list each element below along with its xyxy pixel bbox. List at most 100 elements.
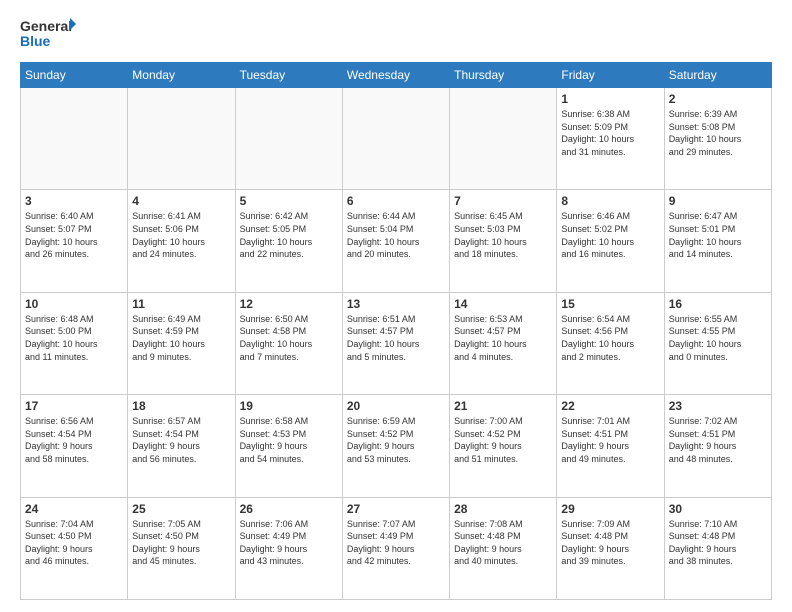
day-info: Sunrise: 6:51 AM Sunset: 4:57 PM Dayligh…: [347, 313, 445, 363]
day-number: 16: [669, 297, 767, 311]
calendar-cell: 12 Sunrise: 6:50 AM Sunset: 4:58 PM Dayli…: [235, 292, 342, 394]
calendar-cell: 10 Sunrise: 6:48 AM Sunset: 5:00 PM Dayli…: [21, 292, 128, 394]
weekday-label: Monday: [128, 63, 235, 88]
day-info: Sunrise: 7:10 AM Sunset: 4:48 PM Dayligh…: [669, 518, 767, 568]
day-number: 19: [240, 399, 338, 413]
day-info: Sunrise: 6:58 AM Sunset: 4:53 PM Dayligh…: [240, 415, 338, 465]
day-number: 8: [561, 194, 659, 208]
day-info: Sunrise: 6:38 AM Sunset: 5:09 PM Dayligh…: [561, 108, 659, 158]
calendar-cell: 29 Sunrise: 7:09 AM Sunset: 4:48 PM Dayli…: [557, 497, 664, 599]
calendar-week-row: 10 Sunrise: 6:48 AM Sunset: 5:00 PM Dayli…: [21, 292, 772, 394]
day-number: 23: [669, 399, 767, 413]
day-number: 29: [561, 502, 659, 516]
day-info: Sunrise: 6:46 AM Sunset: 5:02 PM Dayligh…: [561, 210, 659, 260]
calendar-cell: 13Sunrise: 6:51 AM Sunset: 4:57 PM Dayli…: [342, 292, 449, 394]
weekday-label: Wednesday: [342, 63, 449, 88]
day-info: Sunrise: 6:56 AM Sunset: 4:54 PM Dayligh…: [25, 415, 123, 465]
day-number: 4: [132, 194, 230, 208]
day-info: Sunrise: 6:41 AM Sunset: 5:06 PM Dayligh…: [132, 210, 230, 260]
calendar-cell: 8 Sunrise: 6:46 AM Sunset: 5:02 PM Daylig…: [557, 190, 664, 292]
day-number: 6: [347, 194, 445, 208]
day-info: Sunrise: 6:39 AM Sunset: 5:08 PM Dayligh…: [669, 108, 767, 158]
calendar-cell: 25 Sunrise: 7:05 AM Sunset: 4:50 PM Dayli…: [128, 497, 235, 599]
day-info: Sunrise: 6:48 AM Sunset: 5:00 PM Dayligh…: [25, 313, 123, 363]
calendar-cell: [21, 88, 128, 190]
day-number: 1: [561, 92, 659, 106]
day-info: Sunrise: 6:49 AM Sunset: 4:59 PM Dayligh…: [132, 313, 230, 363]
calendar-cell: 23 Sunrise: 7:02 AM Sunset: 4:51 PM Dayli…: [664, 395, 771, 497]
day-info: Sunrise: 6:42 AM Sunset: 5:05 PM Dayligh…: [240, 210, 338, 260]
day-number: 28: [454, 502, 552, 516]
calendar-cell: 9Sunrise: 6:47 AM Sunset: 5:01 PM Daylig…: [664, 190, 771, 292]
day-number: 20: [347, 399, 445, 413]
day-info: Sunrise: 6:54 AM Sunset: 4:56 PM Dayligh…: [561, 313, 659, 363]
calendar-cell: [342, 88, 449, 190]
day-number: 18: [132, 399, 230, 413]
day-info: Sunrise: 6:55 AM Sunset: 4:55 PM Dayligh…: [669, 313, 767, 363]
calendar-cell: 3 Sunrise: 6:40 AM Sunset: 5:07 PM Daylig…: [21, 190, 128, 292]
calendar-cell: 17 Sunrise: 6:56 AM Sunset: 4:54 PM Dayli…: [21, 395, 128, 497]
weekday-label: Saturday: [664, 63, 771, 88]
calendar-cell: 22Sunrise: 7:01 AM Sunset: 4:51 PM Dayli…: [557, 395, 664, 497]
calendar-week-row: 24Sunrise: 7:04 AM Sunset: 4:50 PM Dayli…: [21, 497, 772, 599]
day-number: 14: [454, 297, 552, 311]
calendar-cell: 4 Sunrise: 6:41 AM Sunset: 5:06 PM Daylig…: [128, 190, 235, 292]
day-info: Sunrise: 7:06 AM Sunset: 4:49 PM Dayligh…: [240, 518, 338, 568]
day-number: 9: [669, 194, 767, 208]
day-number: 22: [561, 399, 659, 413]
calendar-cell: 14Sunrise: 6:53 AM Sunset: 4:57 PM Dayli…: [450, 292, 557, 394]
calendar-cell: 24Sunrise: 7:04 AM Sunset: 4:50 PM Dayli…: [21, 497, 128, 599]
calendar-cell: 15 Sunrise: 6:54 AM Sunset: 4:56 PM Dayli…: [557, 292, 664, 394]
weekday-label: Sunday: [21, 63, 128, 88]
calendar-table: SundayMondayTuesdayWednesdayThursdayFrid…: [20, 62, 772, 600]
calendar-cell: 5Sunrise: 6:42 AM Sunset: 5:05 PM Daylig…: [235, 190, 342, 292]
logo-svg: General Blue: [20, 16, 76, 52]
day-info: Sunrise: 6:57 AM Sunset: 4:54 PM Dayligh…: [132, 415, 230, 465]
calendar-cell: 16 Sunrise: 6:55 AM Sunset: 4:55 PM Dayli…: [664, 292, 771, 394]
calendar-cell: 19 Sunrise: 6:58 AM Sunset: 4:53 PM Dayli…: [235, 395, 342, 497]
day-number: 2: [669, 92, 767, 106]
weekday-label: Thursday: [450, 63, 557, 88]
svg-text:General: General: [20, 18, 72, 34]
day-number: 27: [347, 502, 445, 516]
day-info: Sunrise: 7:05 AM Sunset: 4:50 PM Dayligh…: [132, 518, 230, 568]
svg-text:Blue: Blue: [20, 33, 51, 49]
day-info: Sunrise: 6:40 AM Sunset: 5:07 PM Dayligh…: [25, 210, 123, 260]
day-info: Sunrise: 6:44 AM Sunset: 5:04 PM Dayligh…: [347, 210, 445, 260]
day-info: Sunrise: 7:09 AM Sunset: 4:48 PM Dayligh…: [561, 518, 659, 568]
calendar-body: 1 Sunrise: 6:38 AM Sunset: 5:09 PM Daylig…: [21, 88, 772, 600]
day-number: 12: [240, 297, 338, 311]
calendar-cell: 2 Sunrise: 6:39 AM Sunset: 5:08 PM Daylig…: [664, 88, 771, 190]
calendar-cell: 6 Sunrise: 6:44 AM Sunset: 5:04 PM Daylig…: [342, 190, 449, 292]
calendar-cell: [235, 88, 342, 190]
calendar-cell: 28Sunrise: 7:08 AM Sunset: 4:48 PM Dayli…: [450, 497, 557, 599]
day-number: 21: [454, 399, 552, 413]
logo: General Blue: [20, 16, 76, 52]
day-number: 15: [561, 297, 659, 311]
day-info: Sunrise: 7:00 AM Sunset: 4:52 PM Dayligh…: [454, 415, 552, 465]
calendar-cell: 7 Sunrise: 6:45 AM Sunset: 5:03 PM Daylig…: [450, 190, 557, 292]
day-number: 3: [25, 194, 123, 208]
day-number: 11: [132, 297, 230, 311]
calendar-week-row: 17 Sunrise: 6:56 AM Sunset: 4:54 PM Dayli…: [21, 395, 772, 497]
calendar-cell: [128, 88, 235, 190]
weekday-label: Friday: [557, 63, 664, 88]
calendar-cell: 26Sunrise: 7:06 AM Sunset: 4:49 PM Dayli…: [235, 497, 342, 599]
day-number: 24: [25, 502, 123, 516]
day-info: Sunrise: 7:07 AM Sunset: 4:49 PM Dayligh…: [347, 518, 445, 568]
calendar-cell: 20Sunrise: 6:59 AM Sunset: 4:52 PM Dayli…: [342, 395, 449, 497]
calendar-cell: 27 Sunrise: 7:07 AM Sunset: 4:49 PM Dayli…: [342, 497, 449, 599]
calendar-week-row: 1 Sunrise: 6:38 AM Sunset: 5:09 PM Daylig…: [21, 88, 772, 190]
day-info: Sunrise: 7:02 AM Sunset: 4:51 PM Dayligh…: [669, 415, 767, 465]
day-info: Sunrise: 6:50 AM Sunset: 4:58 PM Dayligh…: [240, 313, 338, 363]
page-header: General Blue: [20, 16, 772, 52]
day-info: Sunrise: 6:45 AM Sunset: 5:03 PM Dayligh…: [454, 210, 552, 260]
day-number: 17: [25, 399, 123, 413]
day-number: 25: [132, 502, 230, 516]
day-number: 30: [669, 502, 767, 516]
day-number: 10: [25, 297, 123, 311]
calendar-cell: 18 Sunrise: 6:57 AM Sunset: 4:54 PM Dayli…: [128, 395, 235, 497]
calendar-cell: 30 Sunrise: 7:10 AM Sunset: 4:48 PM Dayli…: [664, 497, 771, 599]
day-number: 7: [454, 194, 552, 208]
calendar-week-row: 3 Sunrise: 6:40 AM Sunset: 5:07 PM Daylig…: [21, 190, 772, 292]
